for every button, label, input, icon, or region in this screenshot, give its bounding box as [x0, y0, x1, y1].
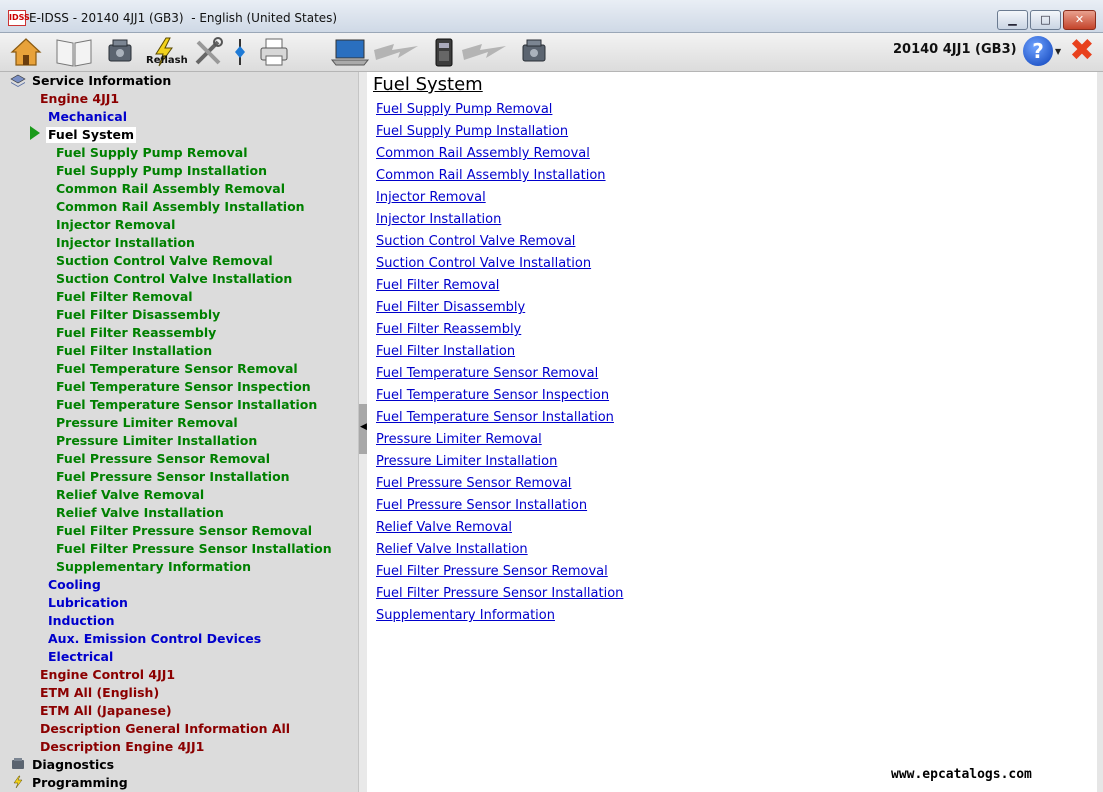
tree-item-service-information[interactable]: Service Information: [32, 73, 171, 89]
tree-item-fuel-procedure[interactable]: Fuel Filter Disassembly: [56, 307, 220, 323]
tree-item-fuel-procedure[interactable]: Suction Control Valve Removal: [56, 253, 273, 269]
procedure-link[interactable]: Fuel Supply Pump Installation: [376, 124, 568, 139]
tree-item-fuel-procedure[interactable]: Fuel Supply Pump Installation: [56, 163, 267, 179]
tree-item-fuel-procedure[interactable]: Fuel Filter Pressure Sensor Removal: [56, 523, 312, 539]
tree-item-diagnostics[interactable]: Diagnostics: [32, 757, 114, 773]
procedure-link[interactable]: Fuel Filter Pressure Sensor Installation: [376, 586, 623, 601]
procedure-link[interactable]: Fuel Filter Removal: [376, 278, 499, 293]
procedure-link[interactable]: Fuel Temperature Sensor Installation: [376, 410, 614, 425]
procedure-link[interactable]: Fuel Temperature Sensor Inspection: [376, 388, 609, 403]
tree-item-engine-group[interactable]: Lubrication: [48, 595, 128, 611]
watermark: www.epcatalogs.com: [891, 767, 1032, 782]
tree-item-fuel-procedure[interactable]: Fuel Temperature Sensor Inspection: [56, 379, 311, 395]
tree-item-engine-group[interactable]: Electrical: [48, 649, 113, 665]
tree-item-programming[interactable]: Programming: [32, 775, 128, 791]
procedure-link[interactable]: Fuel Filter Disassembly: [376, 300, 525, 315]
procedure-link[interactable]: Fuel Filter Reassembly: [376, 322, 521, 337]
tree-item-fuel-procedure[interactable]: Suction Control Valve Installation: [56, 271, 292, 287]
tree-item-fuel-procedure[interactable]: Fuel Pressure Sensor Removal: [56, 451, 270, 467]
minimize-button[interactable]: ▁: [997, 10, 1028, 30]
tree-item-fuel-procedure[interactable]: Common Rail Assembly Installation: [56, 199, 305, 215]
tree-item-engine[interactable]: Engine 4JJ1: [40, 91, 119, 107]
tree-item-section[interactable]: Engine Control 4JJ1: [40, 667, 175, 683]
tree-item-mechanical[interactable]: Mechanical: [48, 109, 127, 125]
page-title: Fuel System: [373, 74, 483, 95]
content-pane: Fuel System Fuel Supply Pump Removal Fuel…: [367, 72, 1097, 792]
tree-item-fuel-procedure[interactable]: Relief Valve Installation: [56, 505, 224, 521]
tree-item-fuel-procedure[interactable]: Fuel Temperature Sensor Removal: [56, 361, 298, 377]
procedure-link[interactable]: Pressure Limiter Installation: [376, 454, 557, 469]
service-info-icon: [10, 74, 26, 87]
procedure-link[interactable]: Fuel Supply Pump Removal: [376, 102, 552, 117]
collapse-arrow-icon[interactable]: ◀: [360, 422, 367, 432]
close-window-button[interactable]: ✕: [1063, 10, 1096, 30]
reflash-label[interactable]: Reflash: [146, 55, 188, 66]
lightning-icon[interactable]: [372, 36, 422, 68]
procedure-link[interactable]: Fuel Filter Installation: [376, 344, 515, 359]
tree-item-section[interactable]: ETM All (English): [40, 685, 159, 701]
tree-item-fuel-procedure[interactable]: Fuel Filter Installation: [56, 343, 212, 359]
procedure-link[interactable]: Fuel Pressure Sensor Removal: [376, 476, 571, 491]
procedure-link[interactable]: Pressure Limiter Removal: [376, 432, 542, 447]
programming-icon: [13, 775, 23, 789]
tree-item-fuel-system[interactable]: Fuel System: [46, 127, 136, 143]
procedure-link[interactable]: Injector Installation: [376, 212, 501, 227]
tree-item-engine-group[interactable]: Cooling: [48, 577, 101, 593]
tree-item-fuel-procedure[interactable]: Pressure Limiter Installation: [56, 433, 257, 449]
tree-item-fuel-procedure[interactable]: Pressure Limiter Removal: [56, 415, 238, 431]
window-title: E-IDSS - 20140 4JJ1 (GB3) - English (Uni…: [29, 11, 338, 25]
procedure-link[interactable]: Injector Removal: [376, 190, 486, 205]
procedure-link[interactable]: Common Rail Assembly Removal: [376, 146, 590, 161]
selected-arrow-icon: [30, 126, 40, 140]
tree-item-engine-group[interactable]: Induction: [48, 613, 115, 629]
diagnostics-icon: [12, 758, 24, 769]
lightning-icon[interactable]: [460, 36, 510, 68]
tree-item-fuel-procedure[interactable]: Fuel Pressure Sensor Installation: [56, 469, 290, 485]
help-button[interactable]: ?: [1023, 36, 1053, 66]
tree-item-section[interactable]: Description Engine 4JJ1: [40, 739, 204, 755]
engine-icon[interactable]: [518, 36, 550, 68]
procedure-link[interactable]: Fuel Temperature Sensor Removal: [376, 366, 598, 381]
tree-item-fuel-procedure[interactable]: Common Rail Assembly Removal: [56, 181, 285, 197]
tree-item-fuel-procedure[interactable]: Fuel Filter Reassembly: [56, 325, 216, 341]
tree-item-fuel-procedure[interactable]: Relief Valve Removal: [56, 487, 204, 503]
toolbar: Reflash 20140 4JJ1 (GB3) ? ▼ ✖: [0, 33, 1103, 72]
tree-item-fuel-procedure[interactable]: Fuel Filter Removal: [56, 289, 193, 305]
pin-icon[interactable]: [230, 36, 250, 68]
device-icon[interactable]: [428, 36, 460, 68]
procedure-link[interactable]: Common Rail Assembly Installation: [376, 168, 606, 183]
exit-button[interactable]: ✖: [1067, 36, 1097, 66]
window-right-border: [1097, 72, 1103, 792]
procedure-link[interactable]: Relief Valve Removal: [376, 520, 512, 535]
procedure-link[interactable]: Supplementary Information: [376, 608, 555, 623]
printer-icon[interactable]: [258, 36, 290, 68]
engine-icon[interactable]: [104, 36, 136, 68]
maximize-button[interactable]: □: [1030, 10, 1061, 30]
help-dropdown-icon[interactable]: ▼: [1055, 47, 1061, 56]
tree-item-fuel-procedure[interactable]: Fuel Filter Pressure Sensor Installation: [56, 541, 332, 557]
procedure-link[interactable]: Suction Control Valve Installation: [376, 256, 591, 271]
book-icon[interactable]: [54, 36, 94, 68]
procedure-link[interactable]: Relief Valve Installation: [376, 542, 528, 557]
tree-item-fuel-procedure[interactable]: Fuel Temperature Sensor Installation: [56, 397, 317, 413]
tree-item-fuel-procedure[interactable]: Supplementary Information: [56, 559, 251, 575]
tools-icon[interactable]: [192, 36, 224, 68]
home-icon[interactable]: [10, 36, 42, 68]
navigation-tree: Service Information Engine 4JJ1 Mechanic…: [0, 72, 358, 792]
window-title-bar: IDSS E-IDSS - 20140 4JJ1 (GB3) - English…: [0, 0, 1103, 33]
tree-item-section[interactable]: Description General Information All: [40, 721, 290, 737]
tree-item-fuel-procedure[interactable]: Injector Installation: [56, 235, 195, 251]
tree-item-engine-group[interactable]: Aux. Emission Control Devices: [48, 631, 261, 647]
app-logo: IDSS: [8, 10, 30, 26]
procedure-link[interactable]: Fuel Filter Pressure Sensor Removal: [376, 564, 608, 579]
tree-item-fuel-procedure[interactable]: Fuel Supply Pump Removal: [56, 145, 247, 161]
procedure-link[interactable]: Fuel Pressure Sensor Installation: [376, 498, 587, 513]
tree-item-fuel-procedure[interactable]: Injector Removal: [56, 217, 175, 233]
tree-item-section[interactable]: ETM All (Japanese): [40, 703, 172, 719]
laptop-icon[interactable]: [330, 36, 370, 68]
procedure-link[interactable]: Suction Control Valve Removal: [376, 234, 575, 249]
vehicle-label: 20140 4JJ1 (GB3): [893, 42, 1017, 57]
